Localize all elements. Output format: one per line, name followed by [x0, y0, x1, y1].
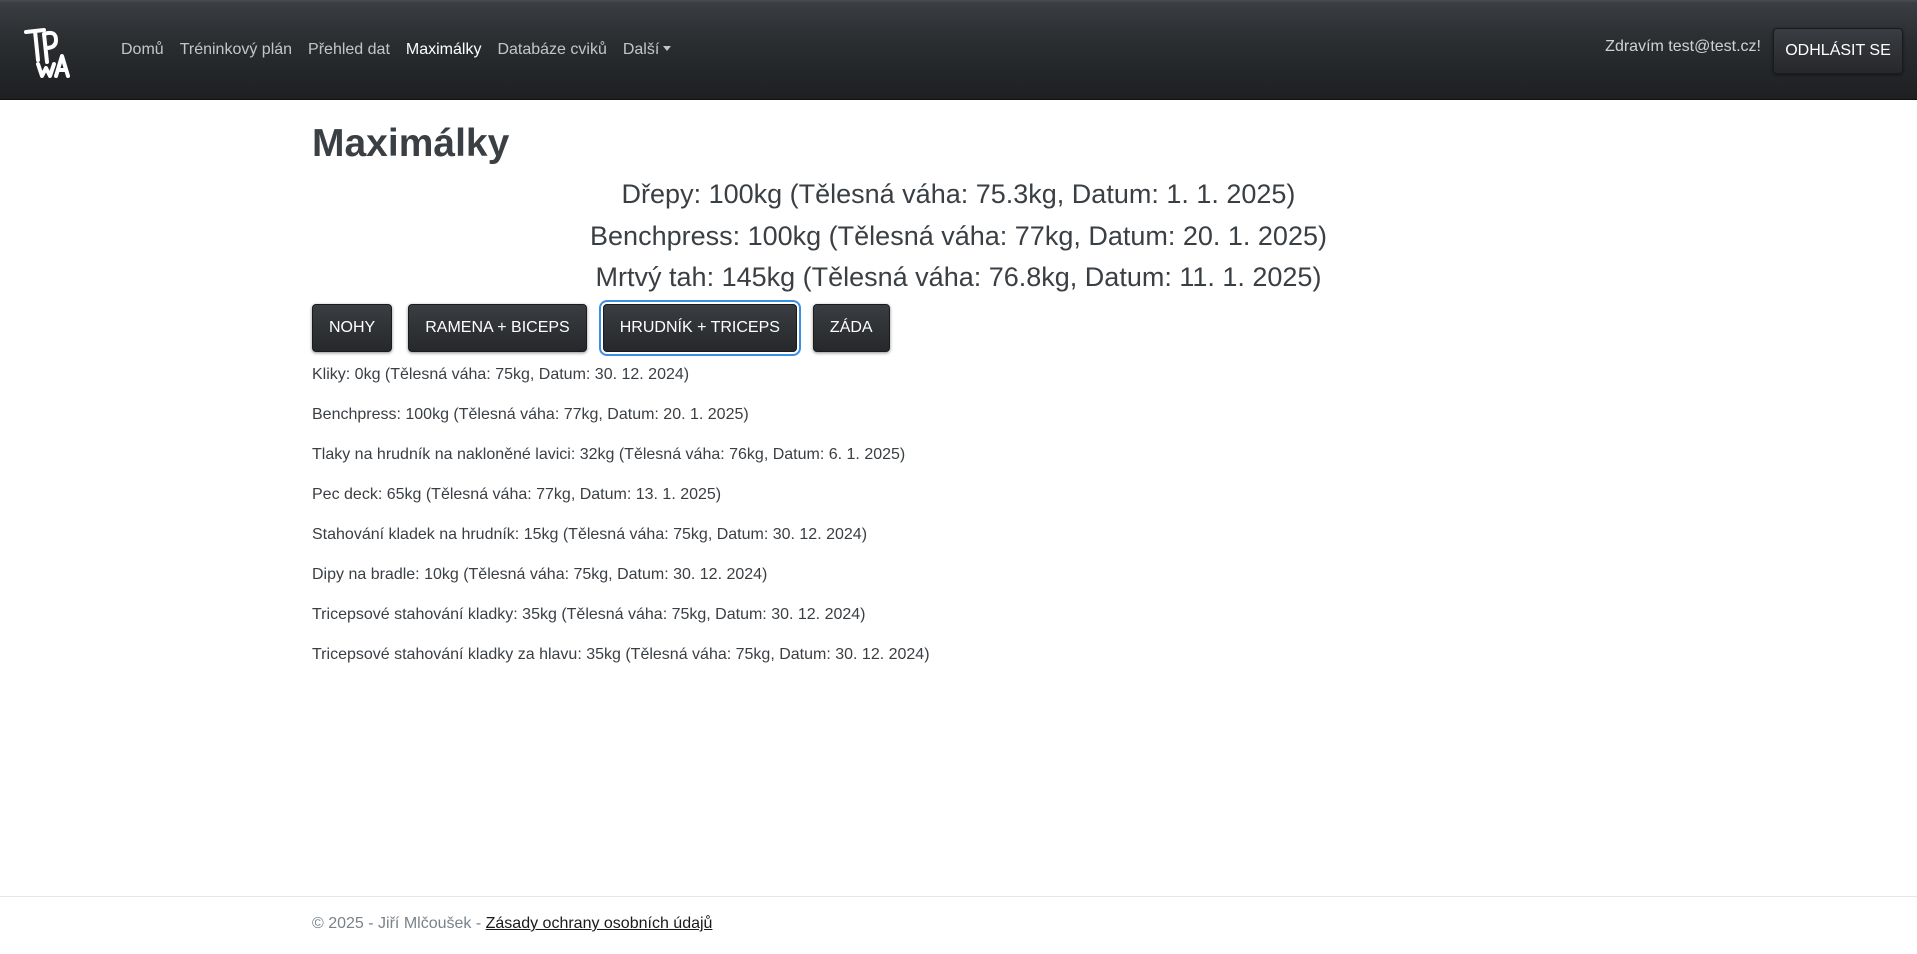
nav-link-exercise-database[interactable]: Databáze cviků: [497, 41, 606, 59]
logout-button[interactable]: ODHLÁSIT SE: [1773, 28, 1903, 74]
list-item: Kliky: 0kg (Tělesná váha: 75kg, Datum: 3…: [312, 366, 690, 383]
list-item: Benchpress: 100kg (Tělesná váha: 77kg, D…: [312, 406, 749, 423]
privacy-policy-link[interactable]: Zásady ochrany osobních údajů: [486, 915, 713, 932]
summary-deadlift: Mrtvý tah: 145kg (Tělesná váha: 76.8kg, …: [595, 262, 1322, 292]
page-title: Maximálky: [312, 122, 510, 165]
summary-squat: Dřepy: 100kg (Tělesná váha: 75.3kg, Datu…: [621, 179, 1296, 209]
tpwa-logo-icon: [24, 28, 70, 78]
footer-text: © 2025 - Jiří Mlčoušek - Zásady ochrany …: [312, 915, 712, 933]
footer: © 2025 - Jiří Mlčoušek - Zásady ochrany …: [0, 896, 1917, 954]
list-item: Dipy na bradle: 10kg (Tělesná váha: 75kg…: [312, 566, 768, 583]
list-item: Pec deck: 65kg (Tělesná váha: 77kg, Datu…: [312, 486, 722, 503]
nav-dropdown-more-label: Další: [622, 41, 660, 58]
nav-link-data-overview[interactable]: Přehled dat: [308, 41, 390, 59]
muscle-group-tabs: NOHY RAMENA + BICEPS HRUDNÍK + TRICEPS Z…: [312, 304, 906, 352]
user-greeting: Zdravím test@test.cz!: [1605, 38, 1761, 55]
tab-shoulders-biceps-button[interactable]: RAMENA + BICEPS: [408, 304, 587, 352]
tab-legs-button[interactable]: NOHY: [312, 304, 393, 352]
main-nav: Domů Tréninkový plán Přehled dat Maximál…: [121, 0, 687, 100]
tab-chest-triceps-button[interactable]: HRUDNÍK + TRICEPS: [602, 304, 797, 352]
brand-logo[interactable]: [24, 26, 80, 78]
nav-dropdown-more[interactable]: Další: [622, 41, 672, 59]
footer-copyright: © 2025 - Jiří Mlčoušek -: [312, 915, 486, 932]
list-item: Tricepsové stahování kladky za hlavu: 35…: [312, 646, 930, 663]
nav-link-home[interactable]: Domů: [121, 41, 164, 59]
list-item: Stahování kladek na hrudník: 15kg (Těles…: [312, 526, 868, 543]
list-item: Tricepsové stahování kladky: 35kg (Těles…: [312, 606, 866, 623]
caret-down-icon: [663, 46, 672, 51]
nav-link-training-plan[interactable]: Tréninkový plán: [180, 41, 292, 59]
summary-benchpress: Benchpress: 100kg (Tělesná váha: 77kg, D…: [590, 220, 1327, 251]
list-item: Tlaky na hrudník na nakloněné lavici: 32…: [312, 446, 906, 463]
exercise-records-list: Kliky: 0kg (Tělesná váha: 75kg, Datum: 3…: [312, 366, 930, 686]
nav-link-maxes[interactable]: Maximálky: [406, 41, 482, 59]
tab-back-button[interactable]: ZÁDA: [812, 304, 890, 352]
main-lifts-summary: Dřepy: 100kg (Tělesná váha: 75.3kg, Datu…: [312, 174, 1605, 299]
navbar: Domů Tréninkový plán Přehled dat Maximál…: [0, 0, 1917, 100]
